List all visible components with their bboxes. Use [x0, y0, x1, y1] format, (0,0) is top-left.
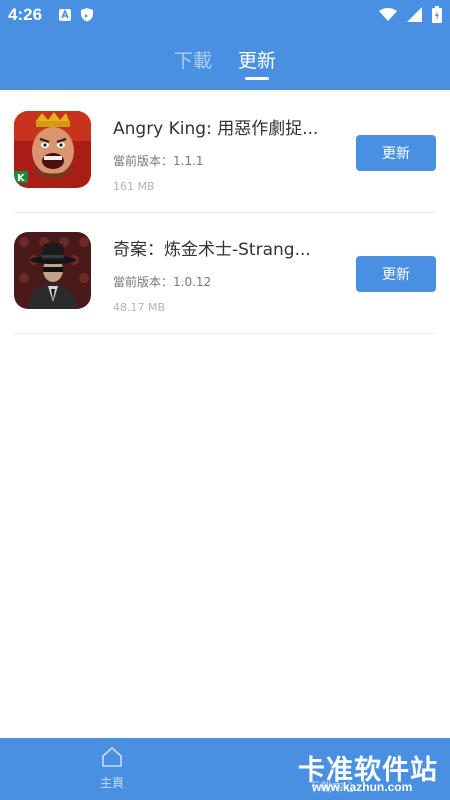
status-bar: 4:26 [0, 0, 450, 32]
update-button[interactable]: 更新 [356, 135, 436, 171]
update-button[interactable]: 更新 [356, 256, 436, 292]
top-header: 4:26 下載 更新 [0, 0, 450, 90]
nav-home[interactable]: 主頁 [92, 746, 132, 796]
status-time: 4:26 [8, 5, 43, 24]
list-item[interactable]: 奇案：炼金术士-Strang... 當前版本：1.0.12 48.17 MB 更… [14, 213, 436, 334]
shield-icon [80, 7, 94, 26]
wifi-icon [379, 7, 397, 26]
app-size: 161 MB [113, 180, 155, 193]
angry-king-icon[interactable]: K [14, 111, 91, 188]
app-name: 奇案：炼金术士-Strang... [113, 240, 311, 260]
app-version: 當前版本：1.0.12 [113, 275, 212, 289]
signal-icon [407, 7, 422, 26]
detective-icon[interactable] [14, 232, 91, 309]
tab-update[interactable]: 更新 [238, 44, 276, 80]
tab-download[interactable]: 下載 [174, 44, 212, 80]
tab-bar: 下載 更新 [0, 44, 450, 84]
status-system-icons [379, 6, 442, 27]
status-notification-icons [58, 7, 94, 26]
home-icon [100, 747, 124, 772]
battery-icon [432, 6, 442, 27]
app-size: 48.17 MB [113, 301, 166, 314]
app-version: 當前版本：1.1.1 [113, 154, 204, 168]
svg-text:K: K [17, 173, 26, 184]
nav-home-label: 主頁 [99, 776, 124, 790]
app-notification-icon [58, 7, 72, 26]
app-name: Angry King: 用惡作劇捉... [113, 119, 319, 139]
list-item[interactable]: K Angry King: 用惡作劇捉... 當前版本：1.1.1 161 MB… [14, 92, 436, 213]
watermark-url: www.kazhun.com [312, 780, 413, 794]
